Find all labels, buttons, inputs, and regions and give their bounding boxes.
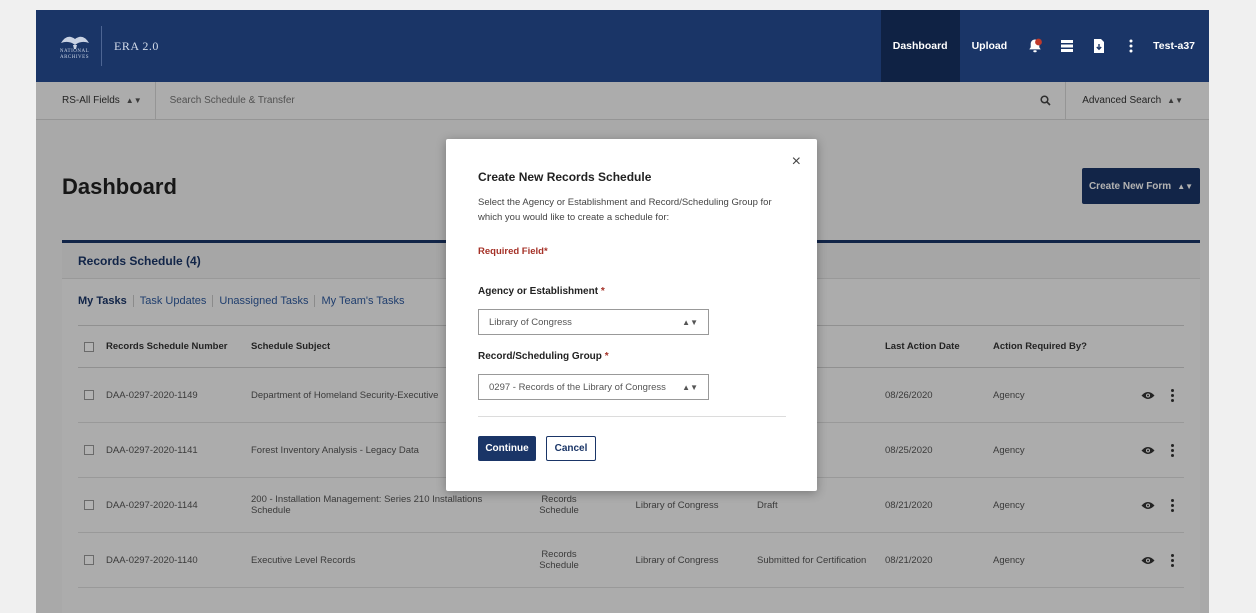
eagle-icon bbox=[60, 36, 89, 49]
notifications-bell[interactable] bbox=[1019, 10, 1051, 82]
close-icon[interactable]: × bbox=[792, 153, 801, 171]
agency-select-value: Library of Congress bbox=[489, 316, 572, 328]
download-button[interactable] bbox=[1083, 10, 1115, 82]
list-view-button[interactable] bbox=[1051, 10, 1083, 82]
more-menu-button[interactable] bbox=[1115, 10, 1147, 82]
select-arrows-icon: ▲▼ bbox=[682, 382, 698, 392]
list-icon bbox=[1061, 40, 1074, 52]
nav-upload[interactable]: Upload bbox=[960, 10, 1020, 82]
modal-title: Create New Records Schedule bbox=[478, 170, 652, 184]
user-menu[interactable]: Test-a37 bbox=[1153, 40, 1195, 52]
agency-select[interactable]: Library of Congress ▲▼ bbox=[478, 309, 709, 335]
top-nav-bar: NATIONAL ARCHIVES ERA 2.0 Dashboard Uplo… bbox=[36, 10, 1209, 82]
modal-divider bbox=[478, 416, 786, 417]
logo-text: NATIONAL ARCHIVES bbox=[59, 49, 90, 60]
group-select[interactable]: 0297 - Records of the Library of Congres… bbox=[478, 374, 709, 400]
required-field-note: Required Field* bbox=[478, 246, 548, 257]
app-frame: NATIONAL ARCHIVES ERA 2.0 Dashboard Uplo… bbox=[0, 0, 1256, 613]
bell-icon bbox=[1029, 38, 1043, 53]
group-label-text: Record/Scheduling Group bbox=[478, 351, 602, 362]
app-name: ERA 2.0 bbox=[114, 38, 159, 53]
national-archives-logo[interactable]: NATIONAL ARCHIVES bbox=[48, 26, 102, 66]
create-records-schedule-modal: × Create New Records Schedule Select the… bbox=[446, 139, 817, 491]
modal-description: Select the Agency or Establishment and R… bbox=[478, 197, 772, 223]
file-download-icon bbox=[1094, 39, 1105, 53]
vertical-dots-icon bbox=[1129, 39, 1133, 53]
agency-label: Agency or Establishment * bbox=[478, 286, 605, 297]
select-arrows-icon: ▲▼ bbox=[682, 317, 698, 327]
nav-dashboard[interactable]: Dashboard bbox=[880, 10, 960, 82]
continue-button[interactable]: Continue bbox=[478, 436, 536, 461]
group-label: Record/Scheduling Group * bbox=[478, 351, 609, 362]
group-select-value: 0297 - Records of the Library of Congres… bbox=[489, 381, 666, 393]
required-star: * bbox=[604, 351, 609, 362]
required-star: * bbox=[600, 286, 605, 297]
cancel-button[interactable]: Cancel bbox=[546, 436, 596, 461]
agency-label-text: Agency or Establishment bbox=[478, 286, 599, 297]
